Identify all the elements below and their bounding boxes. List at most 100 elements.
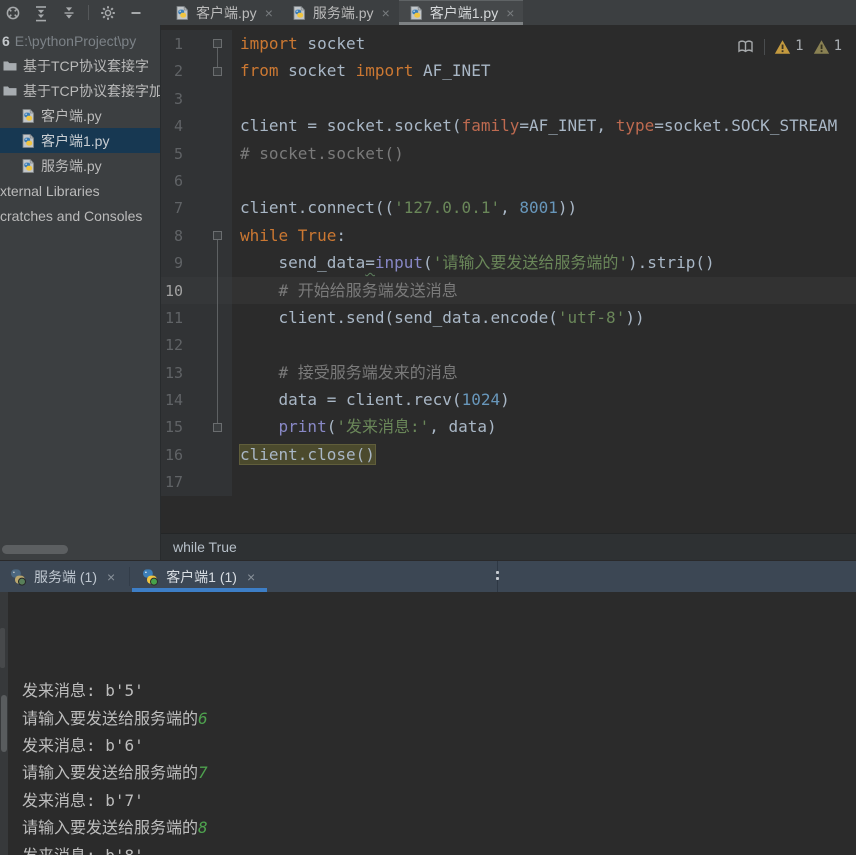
editor-gutter-cell[interactable]: 14 bbox=[161, 386, 232, 414]
console-user-input: 6 bbox=[198, 708, 208, 728]
editor-tab[interactable]: 客户端1.py × bbox=[398, 0, 524, 25]
settings-gear-icon[interactable] bbox=[97, 2, 119, 24]
editor-gutter-cell[interactable]: 6 bbox=[161, 166, 232, 195]
tree-item[interactable]: 基于TCP协议套接字加 bbox=[0, 78, 160, 103]
code-text[interactable]: client.send(send_data.encode('utf-8')) bbox=[232, 304, 856, 331]
editor-tab[interactable]: 客户端.py × bbox=[165, 0, 282, 25]
tree-item[interactable]: 客户端1.py bbox=[0, 128, 160, 153]
code-text[interactable]: send_data=input('请输入要发送给服务端的').strip() bbox=[232, 249, 856, 276]
tree-item[interactable]: cratches and Consoles bbox=[0, 203, 160, 228]
code-text[interactable] bbox=[232, 85, 856, 112]
code-text[interactable]: print('发来消息:', data) bbox=[232, 413, 856, 440]
code-line[interactable]: 14 data = client.recv(1024) bbox=[161, 386, 856, 414]
code-line[interactable]: 17 bbox=[161, 468, 856, 496]
code-text[interactable]: from socket import AF_INET bbox=[232, 57, 856, 84]
tab-close-icon[interactable]: × bbox=[107, 569, 115, 585]
code-token: client.close() bbox=[240, 444, 375, 464]
weak-warning-triangle-icon bbox=[813, 40, 829, 54]
line-number: 7 bbox=[173, 199, 183, 218]
editor-gutter-cell[interactable]: 4 bbox=[161, 112, 232, 140]
editor-gutter-cell[interactable]: 7 bbox=[161, 194, 232, 222]
python-file-icon bbox=[408, 5, 424, 21]
tab-close-icon[interactable]: × bbox=[247, 569, 255, 585]
code-text[interactable]: client.close() bbox=[232, 441, 856, 468]
editor-gutter-cell[interactable]: 1 bbox=[161, 30, 232, 58]
reader-mode-book-icon[interactable] bbox=[736, 38, 755, 55]
expand-all-icon[interactable] bbox=[30, 2, 52, 24]
code-line[interactable]: 10 # 开始给服务端发送消息 bbox=[161, 276, 856, 304]
toolbar-separator bbox=[88, 5, 89, 20]
editor-gutter-cell[interactable]: 17 bbox=[161, 468, 232, 496]
editor-gutter-cell[interactable]: 16 bbox=[161, 440, 232, 469]
tree-item[interactable]: 服务端.py bbox=[0, 153, 160, 178]
editor-gutter-cell[interactable]: 12 bbox=[161, 331, 232, 359]
locate-icon[interactable] bbox=[2, 2, 24, 24]
console-scrollbar-nub[interactable] bbox=[0, 628, 5, 668]
project-panel-toolbar bbox=[0, 0, 161, 25]
run-tool-window: 服务端 (1) × 客户端1 (1) × 发来消息: b'5' 请输入要发送给服务端的6… bbox=[0, 560, 856, 855]
console-output-text: 发来消息: b'8' bbox=[22, 846, 144, 855]
code-token: AF_INET bbox=[413, 61, 491, 81]
code-text[interactable]: client = socket.socket(family=AF_INET, t… bbox=[232, 112, 856, 139]
line-number: 11 bbox=[164, 308, 183, 327]
hide-panel-icon[interactable] bbox=[125, 2, 147, 24]
vertical-scrollbar-thumb[interactable] bbox=[1, 695, 7, 752]
run-tab[interactable]: 客户端1 (1) × bbox=[132, 561, 268, 592]
tree-item[interactable]: xternal Libraries bbox=[0, 178, 160, 203]
code-line[interactable]: 3 bbox=[161, 84, 856, 113]
code-line[interactable]: 2 from socket import AF_INET bbox=[161, 57, 856, 85]
code-text[interactable]: # socket.socket() bbox=[232, 140, 856, 167]
code-text[interactable]: while True: bbox=[232, 222, 856, 249]
run-tab[interactable]: 服务端 (1) × bbox=[0, 561, 127, 592]
breadcrumb-scope[interactable]: while True bbox=[173, 539, 237, 555]
code-line[interactable]: 12 bbox=[161, 331, 856, 359]
code-line[interactable]: 6 bbox=[161, 166, 856, 195]
code-line[interactable]: 8 while True: bbox=[161, 221, 856, 250]
code-line[interactable]: 15 print('发来消息:', data) bbox=[161, 413, 856, 441]
code-token: )) bbox=[557, 198, 578, 218]
inspections-widget[interactable]: 1 1 bbox=[736, 33, 842, 60]
run-console[interactable]: 发来消息: b'5' 请输入要发送给服务端的6 发来消息: b'6' 请输入要发送给服… bbox=[0, 592, 856, 855]
code-line[interactable]: 4 client = socket.socket(family=AF_INET, … bbox=[161, 112, 856, 140]
code-editor[interactable]: 1 import socket 2 from socket import AF_INE… bbox=[161, 25, 856, 533]
code-token: # 接受服务端发来的消息 bbox=[278, 362, 458, 382]
code-line[interactable]: 13 # 接受服务端发来的消息 bbox=[161, 358, 856, 387]
tab-close-icon[interactable]: × bbox=[265, 5, 273, 21]
code-text[interactable]: # 接受服务端发来的消息 bbox=[232, 359, 856, 386]
warning-badge-2[interactable]: 1 bbox=[813, 33, 842, 60]
code-line[interactable]: 9 send_data=input('请输入要发送给服务端的').strip() bbox=[161, 249, 856, 277]
editor-gutter-cell[interactable]: 8 bbox=[161, 221, 232, 250]
tree-item[interactable]: 6 E:\pythonProject\py bbox=[0, 28, 160, 53]
editor-gutter-cell[interactable]: 10 bbox=[161, 276, 232, 304]
code-text[interactable] bbox=[232, 468, 856, 495]
editor-gutter-cell[interactable]: 13 bbox=[161, 358, 232, 387]
editor-gutter-cell[interactable]: 2 bbox=[161, 57, 232, 85]
code-line[interactable]: 11 client.send(send_data.encode('utf-8')… bbox=[161, 303, 856, 332]
code-line[interactable]: 16 client.close() bbox=[161, 440, 856, 469]
horizontal-scrollbar-thumb[interactable] bbox=[2, 545, 68, 554]
code-line[interactable]: 5 # socket.socket() bbox=[161, 139, 856, 167]
tab-close-icon[interactable]: × bbox=[506, 5, 514, 21]
editor-tab[interactable]: 服务端.py × bbox=[282, 0, 399, 25]
editor-gutter-cell[interactable]: 9 bbox=[161, 249, 232, 277]
code-text[interactable] bbox=[232, 167, 856, 194]
code-text[interactable] bbox=[232, 331, 856, 358]
code-token: , bbox=[500, 198, 520, 218]
tab-close-icon[interactable]: × bbox=[382, 5, 390, 21]
console-user-input: 7 bbox=[198, 763, 208, 783]
collapse-all-icon[interactable] bbox=[58, 2, 80, 24]
code-text[interactable]: # 开始给服务端发送消息 bbox=[232, 276, 856, 304]
code-token: '127.0.0.1' bbox=[394, 198, 501, 218]
editor-gutter-cell[interactable]: 15 bbox=[161, 413, 232, 441]
warning-badge-1[interactable]: 1 bbox=[774, 33, 804, 60]
code-text[interactable]: data = client.recv(1024) bbox=[232, 386, 856, 413]
tree-item[interactable]: 客户端.py bbox=[0, 103, 160, 128]
code-text[interactable]: client.connect(('127.0.0.1', 8001)) bbox=[232, 194, 856, 221]
tree-item[interactable]: 基于TCP协议套接字 bbox=[0, 53, 160, 78]
code-line[interactable]: 7 client.connect(('127.0.0.1', 8001)) bbox=[161, 194, 856, 222]
splitter-handle-icon[interactable] bbox=[496, 561, 499, 592]
editor-gutter-cell[interactable]: 3 bbox=[161, 84, 232, 113]
editor-gutter-cell[interactable]: 5 bbox=[161, 139, 232, 167]
code-token: = bbox=[365, 253, 375, 273]
editor-gutter-cell[interactable]: 11 bbox=[161, 303, 232, 332]
